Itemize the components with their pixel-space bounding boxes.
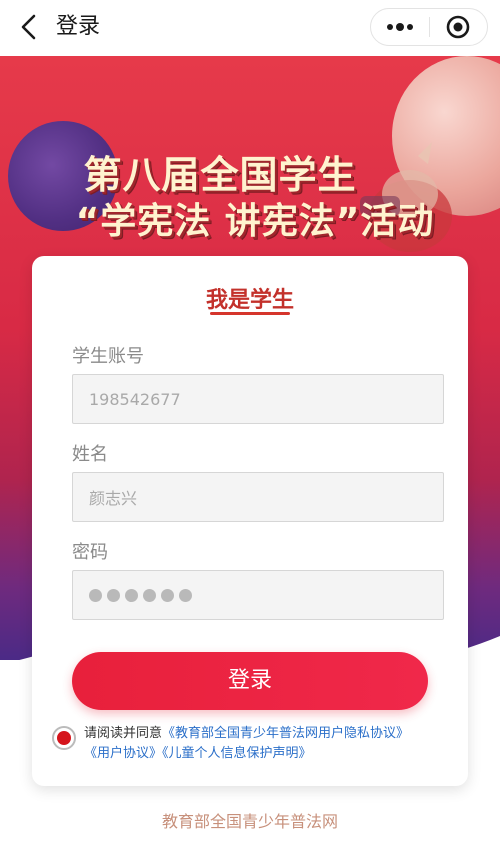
banner-title-line1: 第八届全国学生: [83, 153, 357, 197]
title-underline: [210, 312, 290, 315]
login-card: 我是学生 学生账号 198542677 姓名 颜志兴 密码 登录 请阅读并同意《…: [32, 256, 468, 786]
banner-title-line2: “学宪法 讲宪法”活动: [75, 201, 435, 242]
password-mask-dot: [107, 588, 120, 602]
child-privacy-link[interactable]: 《儿童个人信息保护声明》: [162, 746, 312, 761]
account-label: 学生账号: [72, 346, 144, 367]
account-input-value: 198542677: [89, 389, 181, 409]
more-dots-icon: [386, 23, 413, 31]
privacy-policy-link[interactable]: 《教育部全国青少年普法网用户隐私协议》: [162, 726, 409, 741]
name-input-value: 颜志兴: [89, 489, 138, 508]
password-mask-dot: [161, 588, 174, 602]
password-mask-dot: [125, 588, 138, 602]
user-agreement-link[interactable]: 《用户协议》: [84, 746, 162, 761]
top-nav-bar: 登录: [0, 0, 500, 56]
close-mini-program-button[interactable]: [429, 9, 487, 45]
chevron-left-icon: [21, 14, 36, 40]
agreement-prefix: 请阅读并同意: [84, 726, 163, 741]
checkbox-checked-indicator: [57, 731, 71, 745]
agreement-text: 请阅读并同意《教育部全国青少年普法网用户隐私协议》 《用户协议》《儿童个人信息保…: [84, 724, 464, 764]
mini-program-capsule: [370, 8, 488, 46]
agreement-checkbox[interactable]: [52, 726, 76, 750]
password-mask-dot: [179, 588, 192, 602]
role-title: 我是学生: [205, 288, 294, 313]
back-button[interactable]: [14, 12, 44, 42]
more-button[interactable]: [371, 9, 429, 45]
target-close-icon: [446, 15, 470, 39]
password-label: 密码: [72, 542, 108, 563]
name-input[interactable]: 颜志兴: [72, 472, 444, 522]
page-title: 登录: [56, 14, 101, 39]
login-button[interactable]: 登录: [72, 652, 428, 710]
footer-text: 教育部全国青少年普法网: [161, 812, 338, 831]
account-input[interactable]: 198542677: [72, 374, 444, 424]
password-mask-dot: [89, 588, 102, 602]
password-mask-dot: [143, 588, 156, 602]
password-input[interactable]: [72, 570, 444, 620]
name-label: 姓名: [72, 444, 108, 465]
